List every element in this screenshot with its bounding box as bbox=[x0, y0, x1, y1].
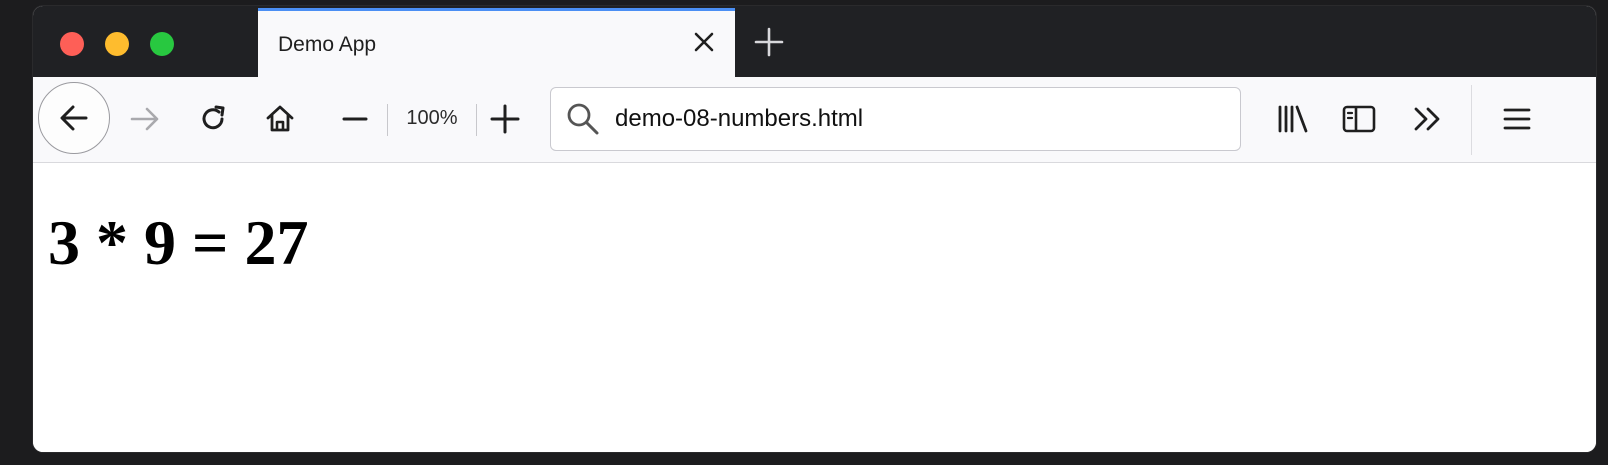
overflow-chevron-icon[interactable] bbox=[1406, 97, 1450, 141]
zoom-in-icon[interactable] bbox=[485, 99, 525, 139]
hamburger-menu-icon[interactable] bbox=[1495, 97, 1539, 141]
tab-title: Demo App bbox=[278, 33, 377, 56]
sidebar-icon[interactable] bbox=[1337, 97, 1381, 141]
toolbar-divider bbox=[1471, 85, 1472, 155]
window-minimize-button[interactable] bbox=[105, 32, 129, 56]
zoom-level-indicator[interactable]: 100% bbox=[396, 107, 468, 130]
window-close-button[interactable] bbox=[60, 32, 84, 56]
search-icon bbox=[565, 101, 601, 137]
address-bar[interactable]: demo-08-numbers.html bbox=[550, 87, 1241, 151]
forward-arrow-icon[interactable] bbox=[125, 99, 165, 139]
zoom-out-icon[interactable] bbox=[335, 99, 375, 139]
browser-window: Demo App 100% demo-08-numbers.html 3 * 9… bbox=[33, 6, 1596, 452]
zoom-divider bbox=[387, 104, 388, 136]
new-tab-plus-icon[interactable] bbox=[751, 24, 787, 60]
library-icon[interactable] bbox=[1271, 97, 1315, 141]
close-icon[interactable] bbox=[689, 27, 719, 57]
navigation-toolbar: 100% demo-08-numbers.html bbox=[33, 77, 1596, 163]
reload-icon[interactable] bbox=[193, 99, 233, 139]
window-zoom-button[interactable] bbox=[150, 32, 174, 56]
page-heading: 3 * 9 = 27 bbox=[48, 207, 309, 278]
tab-strip: Demo App bbox=[33, 6, 1596, 77]
back-arrow-icon[interactable] bbox=[38, 82, 110, 154]
zoom-divider bbox=[476, 104, 477, 136]
tab-demo-app[interactable]: Demo App bbox=[258, 8, 735, 77]
home-icon[interactable] bbox=[260, 99, 300, 139]
url-text[interactable]: demo-08-numbers.html bbox=[615, 105, 863, 133]
page-content: 3 * 9 = 27 bbox=[33, 163, 1596, 452]
